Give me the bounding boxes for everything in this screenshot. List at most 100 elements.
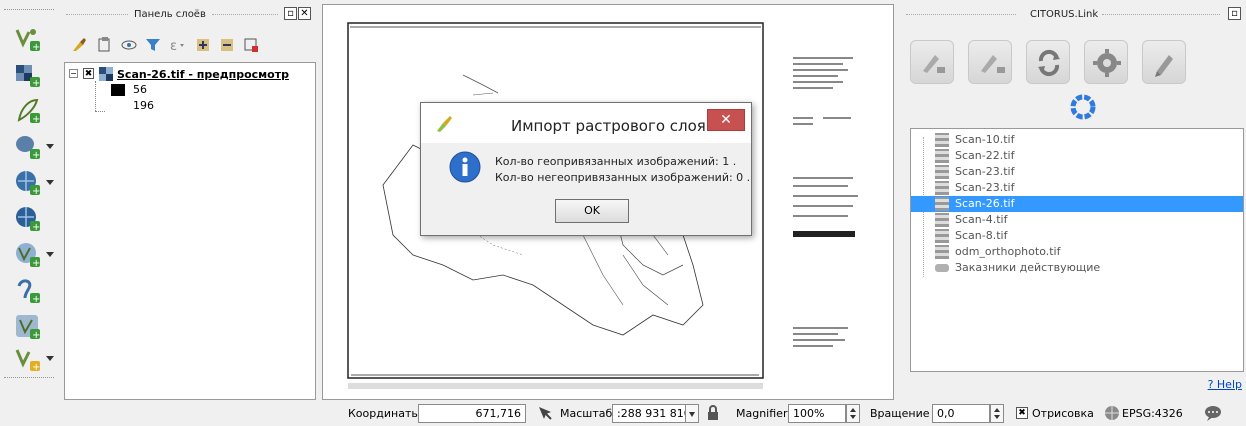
add-raster-layer-button[interactable]: + [13,60,43,90]
tree-connector [95,81,96,111]
render-checkbox[interactable]: ✖ [1016,407,1028,419]
mouse-cursor-icon[interactable] [536,404,554,422]
add-postgis-layer-button[interactable]: + [13,132,43,162]
citorus-raster-list: Scan-10.tif Scan-22.tif Scan-23.tif Scan… [910,128,1244,372]
svg-text:+: + [32,294,40,305]
render-label: Отрисовка [1032,407,1094,420]
expression-filter-icon[interactable]: ε [168,36,186,54]
toolbar-grip[interactable] [4,9,54,12]
citorus-panel: CITORUS.Link ▫ Scan-10.tif Scan-22.tif S… [902,0,1246,400]
dialog-close-button[interactable]: ✕ [707,109,745,131]
status-bar: Координаты 671,716 Масштаб :288 931 810 … [0,400,1246,426]
detach-link-button[interactable] [968,40,1012,84]
scale-dropdown-button[interactable] [685,404,699,423]
layers-panel-title: Панель слоёв [134,9,206,20]
add-group-icon[interactable] [96,36,114,54]
titlebar-grip [1102,14,1220,15]
raster-thumbnail-icon [935,245,949,259]
attach-link-button[interactable] [910,40,954,84]
layer-name[interactable]: Scan-26.tif - предпросмотр [117,68,289,81]
svg-text:+: + [32,330,40,341]
pencil-unlink-icon [981,55,1005,73]
svg-text:+: + [32,78,40,89]
raster-thumbnail-icon [935,133,949,147]
dialog-titlebar[interactable]: Импорт растрового слоя ✕ [421,103,751,143]
chevron-down-icon[interactable] [46,180,54,185]
remove-layer-icon[interactable] [242,36,260,54]
add-wms-layer-button[interactable]: + [13,168,43,198]
chevron-down-icon[interactable] [46,356,54,361]
add-virtual-layer-button[interactable]: + [13,276,43,306]
chevron-down-icon[interactable] [46,252,54,257]
new-layer-button[interactable]: + [13,344,43,374]
raster-layer-icon [99,67,113,81]
svg-text:+: + [32,222,40,233]
add-spatialite-layer-button[interactable]: + [13,312,43,342]
import-raster-dialog: Импорт растрового слоя ✕ Кол-во геопривя… [420,102,752,236]
layers-toolbar: ε [68,32,308,58]
collapse-toggle[interactable]: − [69,69,78,78]
list-item[interactable]: Scan-23.tif [911,180,1243,196]
list-item-selected[interactable]: Scan-26.tif [911,196,1243,212]
tree-connector [95,111,105,112]
legend-swatch-white [111,98,125,110]
legend-swatch-black [111,84,125,96]
spatialite-icon: + [16,315,40,341]
magnifier-label: Magnifier [736,407,788,420]
settings-button[interactable] [1084,40,1128,84]
raster-layer-icon: + [16,65,40,89]
list-item[interactable]: odm_orthophoto.tif [911,244,1243,260]
rotation-label: Вращение [870,407,930,420]
curve-icon: + [17,279,40,305]
coordinates-field[interactable]: 671,716 [418,404,526,423]
raster-thumbnail-icon [935,229,949,243]
collapse-all-icon[interactable] [218,36,236,54]
filter-icon[interactable] [144,36,162,54]
add-vector-layer-button[interactable]: + [13,24,43,54]
citorus-panel-titlebar[interactable]: CITORUS.Link ▫ [902,4,1246,26]
list-item[interactable]: Scan-8.tif [911,228,1243,244]
expand-all-icon[interactable] [194,36,212,54]
toolbar-grip[interactable] [4,377,54,378]
layers-tree: − ✖ Scan-26.tif - предпросмотр 56 196 [64,62,316,400]
citorus-panel-title: CITORUS.Link [1030,9,1099,20]
titlebar-grip [66,14,128,15]
magnifier-spinbox-arrows[interactable] [846,404,860,423]
paint-brush-icon[interactable] [70,36,88,54]
list-item[interactable]: Заказники действующие [911,260,1243,276]
crs-label[interactable]: EPSG:4326 [1122,407,1183,420]
add-wcs-layer-button[interactable]: + [13,204,43,234]
help-link[interactable]: ? Help [1208,378,1242,391]
list-item[interactable]: Scan-22.tif [911,148,1243,164]
list-item[interactable]: Scan-23.tif [911,164,1243,180]
globe-icon: + [16,207,40,233]
rotation-spinbox-arrows[interactable] [990,404,1004,423]
add-delimited-text-button[interactable]: + [13,96,43,126]
edit-button[interactable] [1142,40,1186,84]
info-icon [449,151,481,183]
eye-icon[interactable] [120,36,138,54]
svg-text:+: + [32,150,40,161]
chevron-down-icon[interactable] [46,144,54,149]
float-panel-button[interactable]: ▫ [284,7,297,20]
raster-thumbnail-icon [935,197,949,211]
list-item[interactable]: Scan-10.tif [911,132,1243,148]
refresh-button[interactable] [1026,40,1070,84]
ok-button[interactable]: OK [555,199,629,223]
messages-icon[interactable] [1204,405,1222,421]
list-item[interactable]: Scan-4.tif [911,212,1243,228]
magnifier-field[interactable]: 100% [788,404,846,423]
lock-icon[interactable] [706,405,720,421]
svg-text:+: + [32,258,40,269]
raster-thumbnail-icon [935,149,949,163]
add-wfs-layer-button[interactable]: + [13,240,43,270]
float-panel-button[interactable]: ▫ [1228,7,1241,20]
crs-globe-icon[interactable] [1104,405,1120,421]
layers-panel-titlebar[interactable]: Панель слоёв ▫ ✕ [62,4,316,26]
rotation-field[interactable]: 0,0 [932,404,990,423]
dialog-body: Кол-во геопривязанных изображений: 1 . К… [421,143,751,235]
legend-value: 56 [133,83,147,96]
layer-visibility-checkbox[interactable]: ✖ [83,68,94,79]
close-panel-button[interactable]: ✕ [298,7,311,20]
raster-thumbnail-icon [935,165,949,179]
